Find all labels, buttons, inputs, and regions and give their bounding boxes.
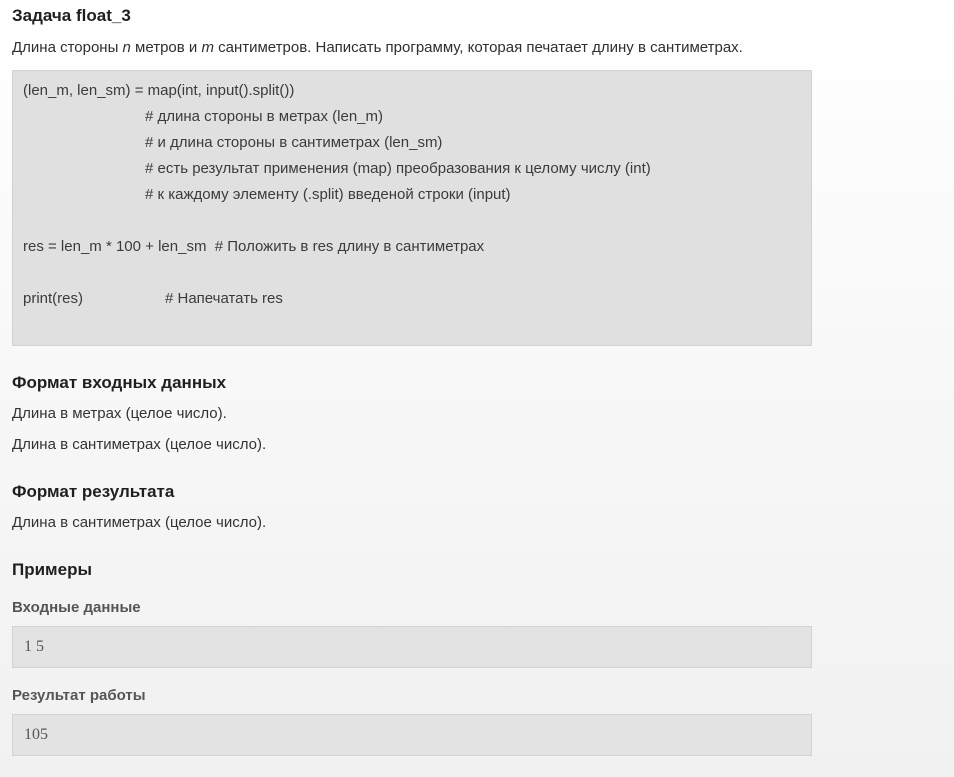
code-line-7: print(res) xyxy=(23,290,84,307)
example-input-label: Входные данные xyxy=(12,599,141,616)
code-line-4: # есть результат применения (map) преобр… xyxy=(145,160,651,177)
code-line-7-comment: # Напечатать res xyxy=(165,290,283,307)
statement-text-3: сантиметров. Написать программу, которая… xyxy=(213,39,743,56)
examples-title: Примеры xyxy=(12,560,92,579)
example-output-value: 105 xyxy=(24,726,48,743)
code-line-2: # длина стороны в метрах (len_m) xyxy=(145,108,384,125)
input-format-line-2: Длина в сантиметрах (целое число). xyxy=(12,436,267,453)
statement-text-1: Длина стороны xyxy=(12,39,123,56)
output-format-line-1: Длина в сантиметрах (целое число). xyxy=(12,514,267,531)
code-line-3: # и длина стороны в сантиметрах (len_sm) xyxy=(145,134,443,151)
code-line-1: (len_m, len_sm) = map(int, input().split… xyxy=(23,82,295,99)
input-format-title: Формат входных данных xyxy=(12,373,227,392)
statement-text-2: метров и xyxy=(130,39,202,56)
example-output-box[interactable]: 105 xyxy=(12,714,812,756)
task-statement: Длина стороны n метров и m сантиметров. … xyxy=(12,38,743,58)
example-output-label: Результат работы xyxy=(12,687,146,704)
statement-var-m: m xyxy=(201,39,214,56)
code-line-5: # к каждому элементу (.split) введеной с… xyxy=(145,186,511,203)
example-input-box[interactable]: 1 5 xyxy=(12,626,812,668)
input-format-line-1: Длина в метрах (целое число). xyxy=(12,405,227,422)
example-input-value: 1 5 xyxy=(24,638,44,655)
output-format-title: Формат результата xyxy=(12,482,175,501)
task-title: Задача float_3 xyxy=(12,6,131,25)
code-line-6: res = len_m * 100 + len_sm # Положить в … xyxy=(23,238,485,255)
statement-var-n: n xyxy=(122,39,131,56)
code-block[interactable]: (len_m, len_sm) = map(int, input().split… xyxy=(12,70,812,346)
